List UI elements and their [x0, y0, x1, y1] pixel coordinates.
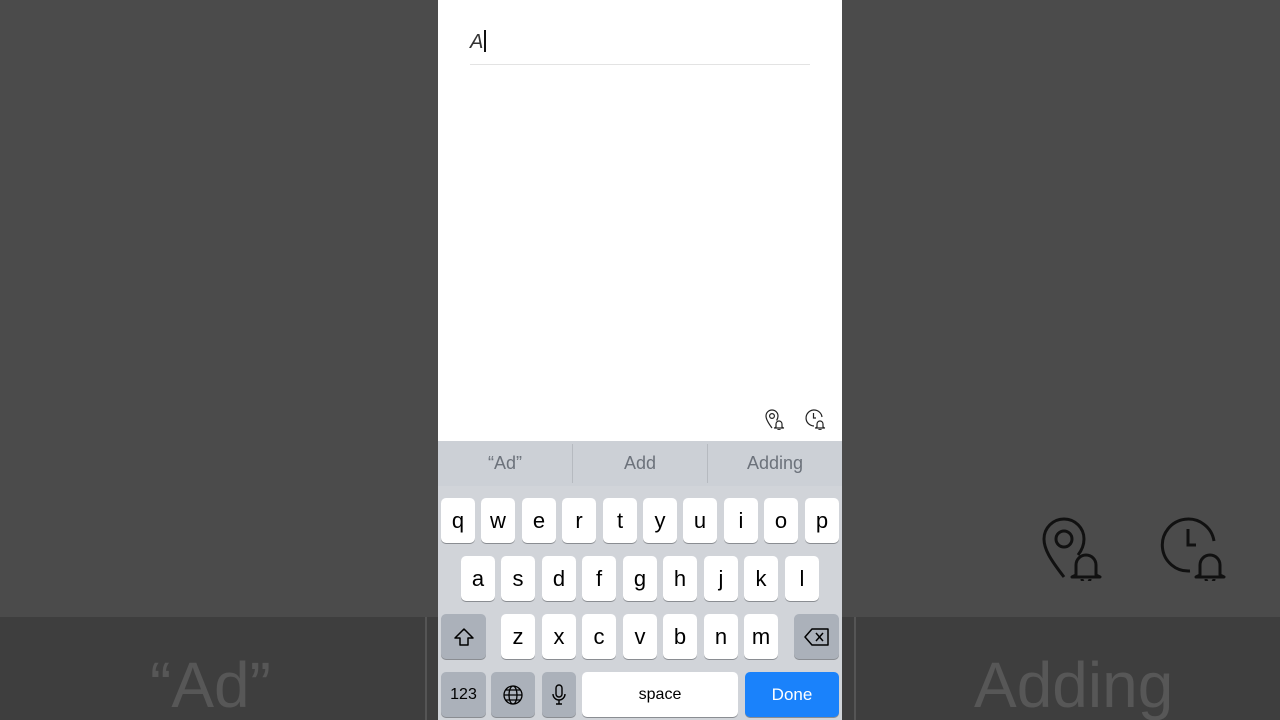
key-w[interactable]: w — [481, 498, 515, 543]
shift-icon — [453, 627, 474, 646]
prediction-suggestion[interactable]: “Ad” — [438, 441, 572, 486]
backspace-icon — [803, 627, 829, 646]
key-q[interactable]: q — [441, 498, 475, 543]
key-c[interactable]: c — [582, 614, 616, 659]
phone-screen: A “Ad” Add Adding q w e r t y u i o p a … — [438, 0, 842, 720]
dictation-key[interactable] — [542, 672, 576, 717]
note-title-text: A — [470, 31, 484, 53]
background-prediction-text: “Ad” — [150, 649, 271, 720]
backspace-key[interactable] — [794, 614, 839, 659]
background-divider — [425, 617, 427, 720]
location-reminder-icon[interactable] — [764, 408, 786, 430]
key-e[interactable]: e — [522, 498, 556, 543]
numbers-key[interactable]: 123 — [441, 672, 486, 717]
key-m[interactable]: m — [744, 614, 778, 659]
key-r[interactable]: r — [562, 498, 596, 543]
on-screen-keyboard: “Ad” Add Adding q w e r t y u i o p a s … — [438, 441, 842, 720]
key-d[interactable]: d — [542, 556, 576, 601]
key-n[interactable]: n — [704, 614, 738, 659]
key-j[interactable]: j — [704, 556, 738, 601]
key-z[interactable]: z — [501, 614, 535, 659]
note-title-input[interactable]: A — [470, 30, 487, 54]
key-v[interactable]: v — [623, 614, 657, 659]
key-x[interactable]: x — [542, 614, 576, 659]
key-s[interactable]: s — [501, 556, 535, 601]
time-reminder-icon[interactable] — [804, 408, 826, 430]
prediction-suggestion[interactable]: Adding — [708, 441, 842, 486]
key-h[interactable]: h — [663, 556, 697, 601]
key-t[interactable]: t — [603, 498, 637, 543]
shift-key[interactable] — [441, 614, 486, 659]
globe-icon — [503, 684, 523, 705]
background-right-zoom: Adding — [842, 0, 1280, 720]
time-reminder-icon — [1160, 517, 1226, 581]
key-i[interactable]: i — [724, 498, 758, 543]
prediction-suggestion[interactable]: Add — [573, 441, 707, 486]
key-k[interactable]: k — [744, 556, 778, 601]
key-b[interactable]: b — [663, 614, 697, 659]
location-reminder-icon — [1042, 517, 1102, 581]
key-g[interactable]: g — [623, 556, 657, 601]
microphone-icon — [552, 683, 566, 705]
done-button[interactable]: Done — [745, 672, 839, 717]
key-l[interactable]: l — [785, 556, 819, 601]
key-f[interactable]: f — [582, 556, 616, 601]
background-divider — [854, 617, 856, 720]
background-left-zoom: “Ad” — [0, 0, 438, 720]
prediction-bar: “Ad” Add Adding — [438, 441, 842, 486]
key-o[interactable]: o — [764, 498, 798, 543]
key-y[interactable]: y — [643, 498, 677, 543]
background-prediction-text: Adding — [974, 649, 1174, 720]
globe-key[interactable] — [491, 672, 535, 717]
key-a[interactable]: a — [461, 556, 495, 601]
note-title-row[interactable]: A — [470, 28, 810, 65]
text-cursor — [484, 30, 487, 52]
space-key[interactable]: space — [582, 672, 738, 717]
key-p[interactable]: p — [805, 498, 839, 543]
key-u[interactable]: u — [683, 498, 717, 543]
